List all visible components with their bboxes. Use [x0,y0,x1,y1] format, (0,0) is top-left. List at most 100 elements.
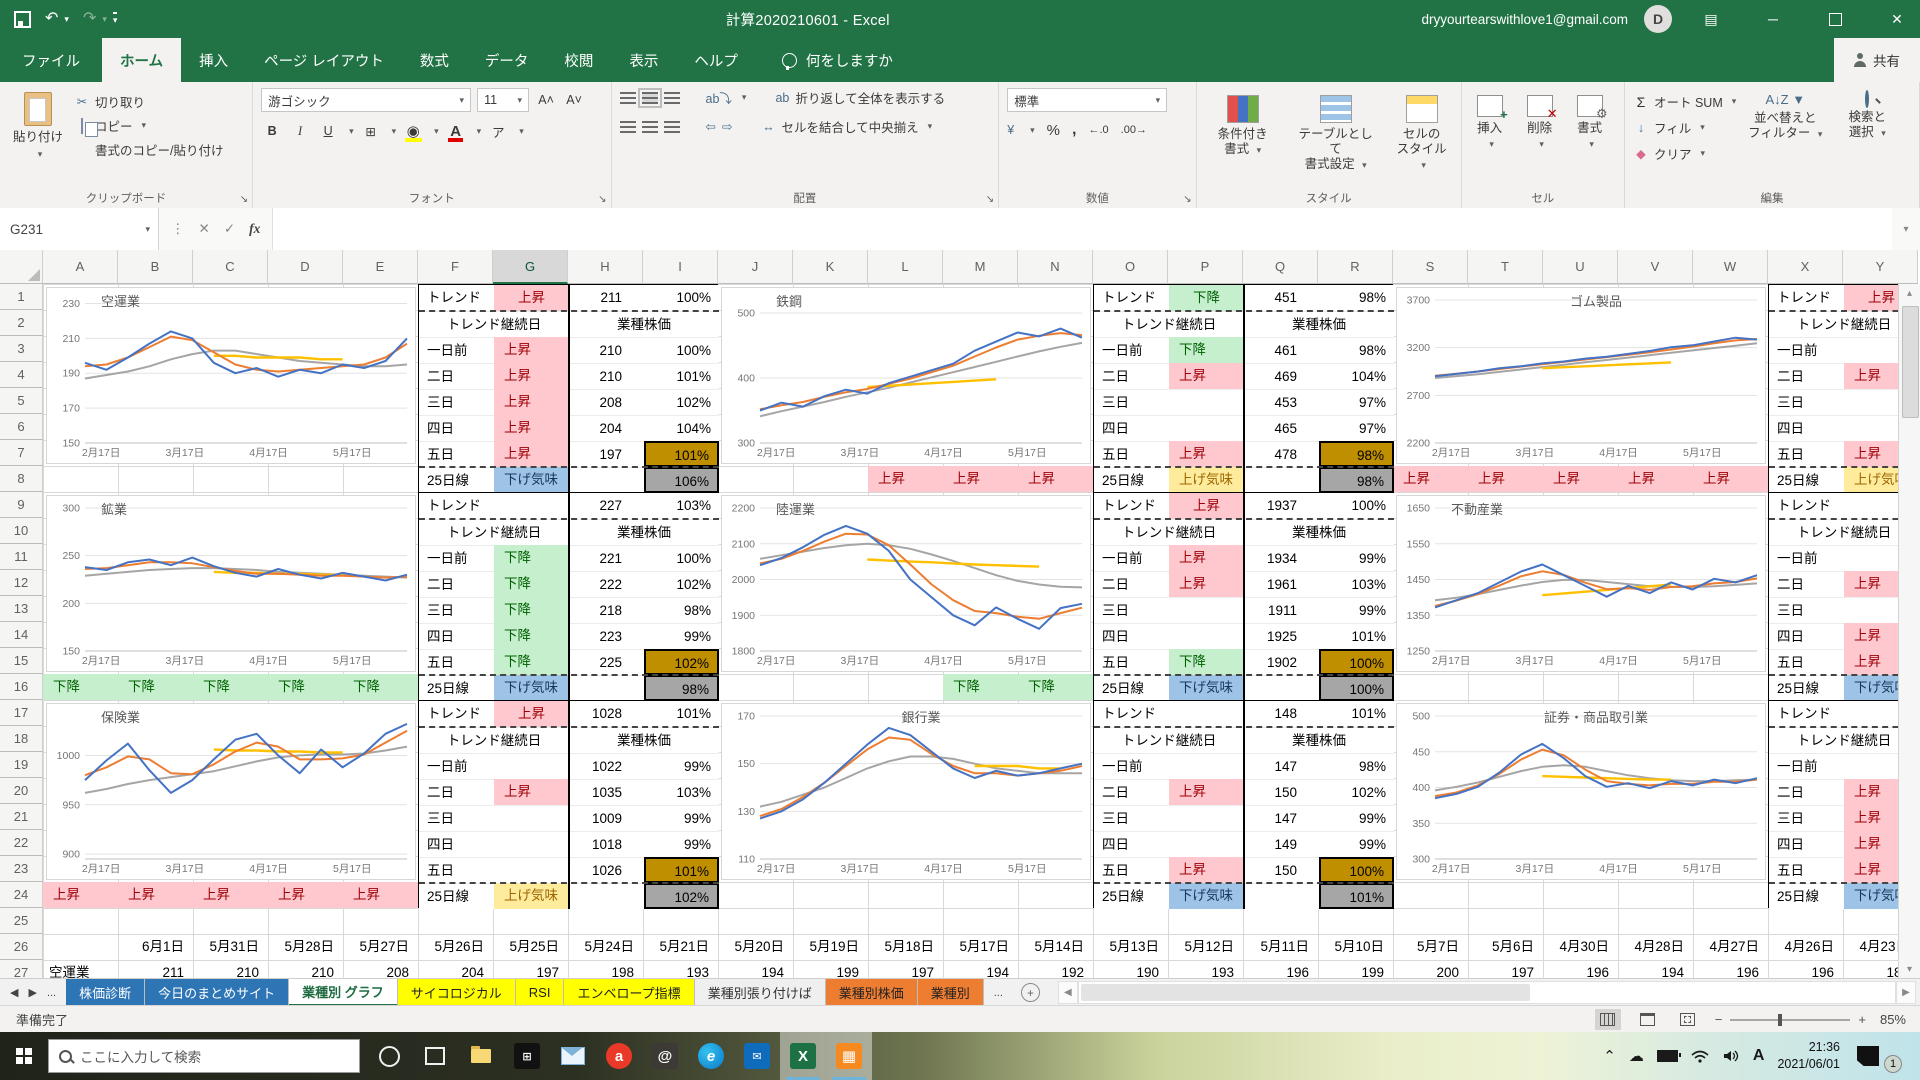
number-dialog-launcher[interactable]: ↘ [1183,194,1191,205]
cell-P24[interactable]: 下げ気味 [1169,883,1244,909]
cell-R27[interactable]: 199 [1318,960,1393,978]
cell-S26[interactable]: 5月7日 [1393,934,1468,960]
column-header-E[interactable]: E [343,250,418,284]
cell-P19[interactable] [1169,753,1244,779]
cell-C27[interactable]: 210 [193,960,268,978]
enter-formula-icon[interactable]: ✓ [224,221,235,237]
cell-F8[interactable]: 25日線 [419,467,494,493]
cell-E27[interactable]: 208 [343,960,418,978]
red-app-icon[interactable]: a [596,1032,642,1080]
cell-H27[interactable]: 198 [568,960,643,978]
column-header-C[interactable]: C [193,250,268,284]
cell-I13[interactable]: 98% [644,597,719,623]
cell-F4[interactable]: 二日 [419,363,494,389]
row-header-25[interactable]: 25 [0,908,43,934]
cell-X6[interactable]: 四日 [1769,415,1844,441]
cell-R26[interactable]: 5月10日 [1318,934,1393,960]
cell-I26[interactable]: 5月21日 [643,934,718,960]
tell-me-search[interactable]: 何をしますか [782,38,893,82]
cell-I4[interactable]: 101% [644,363,719,389]
cell-M8[interactable]: 上昇 [943,466,1018,492]
cell-G12[interactable]: 下降 [494,571,569,597]
cell-R13[interactable]: 99% [1319,597,1394,623]
conditional-formatting-button[interactable]: 条件付き書式 ▾ [1205,91,1281,172]
cell-S8[interactable]: 上昇 [1393,466,1468,492]
cell-X15[interactable]: 五日 [1769,649,1844,675]
edge-browser-icon[interactable]: e [688,1032,734,1080]
cell-K27[interactable]: 199 [793,960,868,978]
cell-B26[interactable]: 6月1日 [118,934,193,960]
cell-H1[interactable]: 211 [569,285,644,311]
cell-F26[interactable]: 5月26日 [418,934,493,960]
cell-Q27[interactable]: 196 [1243,960,1318,978]
cell-T27[interactable]: 197 [1468,960,1543,978]
ribbon-tab-表示[interactable]: 表示 [611,38,676,82]
ribbon-tab-数式[interactable]: 数式 [402,38,467,82]
account-email[interactable]: dryyourtearswithlove1@gmail.com [1421,12,1628,27]
clear-button[interactable]: ◆クリア▾ [1633,144,1736,163]
close-button[interactable]: ✕ [1874,0,1920,38]
copy-button[interactable]: コピー▾ [74,116,223,135]
chart-鉄鋼[interactable]: 5004003002月17日3月17日4月17日5月17日鉄鋼 [721,287,1091,464]
orange-app-icon[interactable]: ▦ [826,1032,872,1080]
cell-G27[interactable]: 197 [493,960,568,978]
tabs-overflow-right[interactable]: ... [994,987,1003,999]
bold-button[interactable]: B [261,119,283,143]
cell-X16[interactable]: 25日線 [1769,675,1844,701]
hscroll-left-icon[interactable]: ◀ [1058,981,1078,1004]
cell-P12[interactable]: 上昇 [1169,571,1244,597]
cell-G21[interactable] [494,805,569,831]
ribbon-display-options-icon[interactable]: ▤ [1688,0,1734,38]
insert-cells-button[interactable]: + 挿入▾ [1470,91,1510,151]
cell-X27[interactable]: 196 [1768,960,1843,978]
cell-R5[interactable]: 97% [1319,389,1394,415]
cell-Q14[interactable]: 1925 [1244,623,1319,649]
cell-P13[interactable] [1169,597,1244,623]
normal-view-icon[interactable] [1595,1009,1621,1030]
cell-A27[interactable]: 空運業 [43,960,118,978]
column-header-A[interactable]: A [43,250,118,284]
cell-R6[interactable]: 97% [1319,415,1394,441]
cell-E24[interactable]: 上昇 [343,882,418,908]
cell-I21[interactable]: 99% [644,805,719,831]
vertical-scrollbar[interactable]: ▴▾ [1898,284,1920,978]
fill-button[interactable]: ↓フィル▾ [1633,118,1736,137]
row-header-15[interactable]: 15 [0,648,43,674]
comma-icon[interactable]: , [1072,121,1076,139]
cell-R20[interactable]: 102% [1319,779,1394,805]
cell-F10[interactable]: トレンド継続日 [419,519,569,545]
zoom-in-icon[interactable]: + [1858,1012,1866,1027]
format-cells-button[interactable]: ⚙ 書式▾ [1570,91,1610,151]
cell-F6[interactable]: 四日 [419,415,494,441]
vscroll-down-icon[interactable]: ▾ [1899,960,1920,978]
cell-S27[interactable]: 200 [1393,960,1468,978]
cell-Q19[interactable]: 147 [1244,753,1319,779]
align-right-icon[interactable] [664,121,680,133]
cell-E16[interactable]: 下降 [343,674,418,700]
cell-G24[interactable]: 上げ気味 [494,883,569,909]
row-header-11[interactable]: 11 [0,544,43,570]
decrease-decimal-icon[interactable]: .00→ [1121,124,1147,136]
column-header-O[interactable]: O [1093,250,1168,284]
cell-R17[interactable]: 101% [1319,701,1394,727]
cell-H8[interactable] [569,467,644,493]
cell-H6[interactable]: 204 [569,415,644,441]
phonetic-guide-icon[interactable]: ア [487,119,509,143]
cell-R1[interactable]: 98% [1319,285,1394,311]
cell-P27[interactable]: 193 [1168,960,1243,978]
cell-J27[interactable]: 194 [718,960,793,978]
cell-G17[interactable]: 上昇 [494,701,569,727]
font-dialog-launcher[interactable]: ↘ [598,194,606,205]
zoom-out-icon[interactable]: − [1715,1012,1723,1027]
ribbon-tab-ページ レイアウト[interactable]: ページ レイアウト [246,38,402,82]
microsoft-store-icon[interactable]: ⊞ [504,1032,550,1080]
cell-H19[interactable]: 1022 [569,753,644,779]
cell-H3[interactable]: 210 [569,337,644,363]
cell-W8[interactable]: 上昇 [1693,466,1768,492]
cell-H12[interactable]: 222 [569,571,644,597]
column-header-V[interactable]: V [1618,250,1693,284]
cell-P23[interactable]: 上昇 [1169,857,1244,883]
cell-O2[interactable]: トレンド継続日 [1094,311,1244,337]
cell-C16[interactable]: 下降 [193,674,268,700]
restore-button[interactable] [1812,0,1858,38]
